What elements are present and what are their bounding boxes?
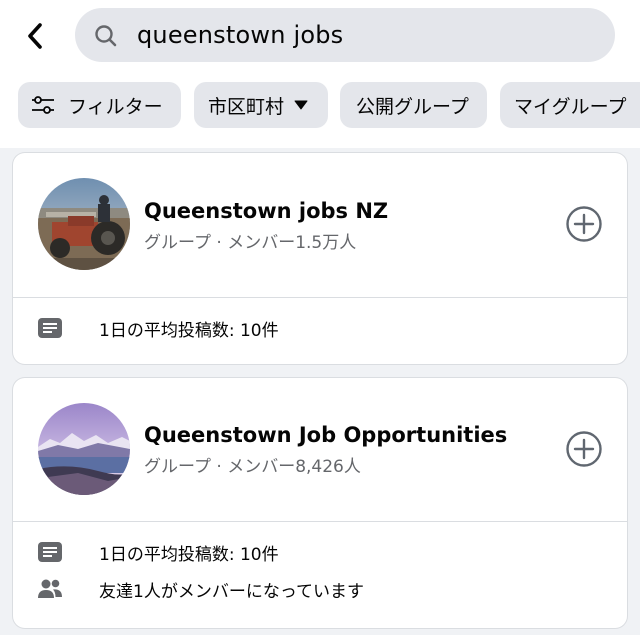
plus-circle-icon[interactable] — [565, 205, 603, 243]
activity-text: 1日の平均投稿数: 10件 — [99, 320, 279, 341]
top-bar: queenstown jobs フィルター 市区町村 公開グループ マイグループ — [0, 0, 640, 148]
plus-circle-icon[interactable] — [565, 430, 603, 468]
search-bar[interactable]: queenstown jobs — [75, 8, 615, 62]
tractor-photo — [38, 178, 130, 270]
mountain-lake-photo — [38, 403, 130, 495]
group-activity: 1日の平均投稿数: 10件 — [37, 540, 279, 565]
caret-down-icon — [294, 100, 308, 110]
friends-text: 友達1人がメンバーになっています — [99, 581, 364, 602]
group-meta: グループ · メンバー8,426人 — [144, 457, 361, 477]
group-avatar[interactable] — [38, 178, 130, 270]
filter-chip-label: 公開グループ — [356, 95, 469, 118]
activity-text: 1日の平均投稿数: 10件 — [99, 544, 279, 565]
sliders-icon — [32, 96, 54, 114]
divider — [13, 297, 627, 298]
group-name[interactable]: Queenstown jobs NZ — [144, 199, 388, 223]
search-icon — [95, 25, 117, 47]
filter-chip-label: フィルター — [68, 95, 163, 118]
post-icon — [38, 542, 62, 562]
filter-chip-public-groups[interactable]: 公開グループ — [340, 82, 487, 128]
group-avatar[interactable] — [38, 403, 130, 495]
filter-chip-city[interactable]: 市区町村 — [194, 82, 328, 128]
group-result-card[interactable]: Queenstown Job Opportunities グループ · メンバー… — [13, 378, 627, 628]
group-result-card[interactable]: Queenstown jobs NZ グループ · メンバー1.5万人 1日の平… — [13, 153, 627, 364]
search-input[interactable]: queenstown jobs — [137, 21, 343, 49]
filter-chip-my-groups[interactable]: マイグループ — [500, 82, 640, 128]
back-button[interactable] — [20, 20, 52, 52]
friends-in-group: 友達1人がメンバーになっています — [37, 577, 364, 602]
post-icon — [38, 318, 62, 338]
friends-icon — [38, 579, 62, 598]
filter-chip-label: 市区町村 — [208, 95, 285, 118]
divider — [13, 521, 627, 522]
chevron-left-icon — [28, 23, 42, 49]
filter-chip-filters[interactable]: フィルター — [18, 82, 181, 128]
group-meta: グループ · メンバー1.5万人 — [144, 233, 357, 253]
group-name[interactable]: Queenstown Job Opportunities — [144, 423, 507, 447]
group-activity: 1日の平均投稿数: 10件 — [37, 316, 279, 341]
filter-chips: フィルター 市区町村 公開グループ マイグループ — [18, 82, 640, 128]
filter-chip-label: マイグループ — [514, 95, 627, 118]
